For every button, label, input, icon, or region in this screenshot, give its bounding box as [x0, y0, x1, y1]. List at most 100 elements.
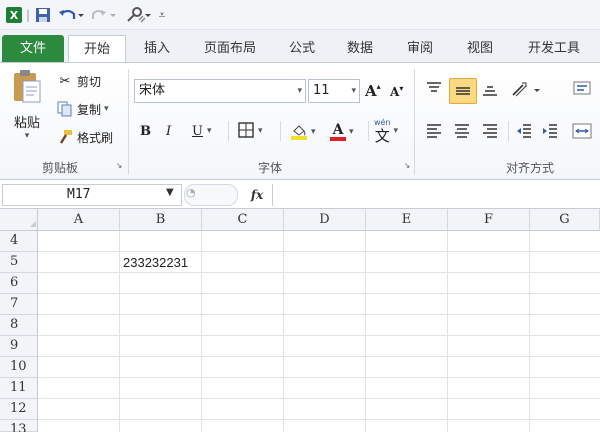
column-header-d[interactable]: D: [284, 209, 366, 231]
row-header-12[interactable]: 12: [0, 399, 38, 420]
font-name-combobox[interactable]: 宋体 ▾: [134, 79, 306, 103]
cell-b5[interactable]: 233232231: [123, 255, 188, 270]
chevron-down-icon[interactable]: ▾: [349, 127, 354, 137]
font-color-icon: A: [330, 123, 346, 141]
alignment-group-label: 对齐方式: [505, 161, 554, 175]
align-right-icon: [483, 124, 497, 138]
row-header-5[interactable]: 5: [0, 252, 38, 273]
grid-line: [38, 293, 600, 294]
chevron-down-icon[interactable]: ▾: [258, 126, 263, 136]
merge-center-button[interactable]: [570, 121, 600, 143]
chevron-down-icon[interactable]: ▾: [104, 104, 109, 114]
customize-icon[interactable]: [124, 5, 152, 25]
font-name-value: 宋体: [139, 83, 166, 98]
align-bottom-button[interactable]: [480, 79, 502, 101]
tab-developer[interactable]: 开发工具: [514, 35, 594, 62]
grid-line: [119, 231, 120, 432]
grid-line: [201, 231, 202, 432]
align-top-button[interactable]: [424, 79, 446, 101]
format-painter-button[interactable]: 格式刷: [56, 127, 113, 147]
row-header-8[interactable]: 8: [0, 315, 38, 336]
select-all-corner[interactable]: [0, 209, 38, 231]
tab-file[interactable]: 文件: [2, 35, 64, 62]
borders-button[interactable]: ▾: [238, 121, 272, 141]
copy-button[interactable]: 复制 ▾: [56, 99, 109, 119]
align-top-icon: [427, 82, 441, 92]
decrease-icon: ▾: [399, 83, 404, 93]
align-middle-button[interactable]: [449, 78, 477, 104]
bold-button[interactable]: B: [140, 121, 156, 141]
wrap-text-icon: [573, 81, 591, 95]
format-painter-icon: [56, 128, 74, 146]
ribbon: 粘贴 ▾ ✂ 剪切 复制 ▾ 格式刷 剪贴板 ↘ 宋体 ▾ 11 ▾ A ▴ A ▾…: [0, 62, 600, 180]
dialog-launcher-icon[interactable]: ↘: [402, 161, 412, 171]
font-color-button[interactable]: A ▾: [330, 121, 364, 143]
insert-function-button[interactable]: fx: [244, 185, 270, 205]
italic-button[interactable]: I: [166, 121, 182, 141]
increase-indent-button[interactable]: [540, 121, 562, 143]
redo-icon[interactable]: [90, 5, 118, 25]
row-header-10[interactable]: 10: [0, 357, 38, 378]
column-header-c[interactable]: C: [202, 209, 284, 231]
divider: [280, 121, 281, 141]
orientation-button[interactable]: [510, 81, 546, 101]
underline-button[interactable]: U ▾: [192, 121, 218, 141]
paste-button[interactable]: 粘贴 ▾: [8, 69, 46, 153]
grid-line: [38, 356, 600, 357]
formula-input[interactable]: [272, 184, 600, 206]
paste-label: 粘贴: [13, 116, 40, 131]
cut-button[interactable]: ✂ 剪切: [56, 71, 101, 91]
name-box[interactable]: M17: [2, 184, 182, 206]
name-box-value: M17: [67, 187, 91, 202]
chevron-down-icon[interactable]: ▾: [297, 80, 302, 102]
fx-icon: fx: [250, 188, 264, 202]
column-header-e[interactable]: E: [366, 209, 448, 231]
shrink-font-button[interactable]: A ▾: [390, 83, 410, 101]
align-center-button[interactable]: [452, 121, 474, 143]
row-header-7[interactable]: 7: [0, 294, 38, 315]
tab-home[interactable]: 开始: [68, 35, 126, 62]
grow-font-button[interactable]: A ▴: [365, 81, 385, 101]
column-header-f[interactable]: F: [448, 209, 530, 231]
worksheet-grid[interactable]: A B C D E F G 4 5 6 7 8 9 10 11 12 13 23…: [0, 209, 600, 432]
chevron-down-icon[interactable]: ▾: [351, 80, 356, 102]
fill-color-button[interactable]: ▾: [290, 121, 324, 143]
font-size-combobox[interactable]: 11 ▾: [308, 79, 360, 103]
column-header-b[interactable]: B: [120, 209, 202, 231]
wrap-text-button[interactable]: [570, 79, 600, 101]
grid-line: [365, 231, 366, 432]
qat-dropdown-icon[interactable]: ⩡: [156, 5, 168, 25]
undo-icon[interactable]: [57, 5, 85, 25]
tab-insert[interactable]: 插入: [130, 35, 184, 62]
phonetic-guide-button[interactable]: wén 文 ▾: [374, 117, 410, 145]
column-header-a[interactable]: A: [38, 209, 120, 231]
circle-icon: ◔: [186, 186, 196, 199]
align-left-button[interactable]: [424, 121, 446, 143]
dialog-launcher-icon[interactable]: ↘: [114, 161, 124, 171]
tab-page-layout[interactable]: 页面布局: [190, 35, 270, 62]
font-group-label: 字体: [257, 161, 282, 175]
tab-review[interactable]: 审阅: [394, 35, 446, 62]
divider: [228, 121, 229, 141]
chevron-down-icon[interactable]: ▾: [207, 126, 212, 136]
chevron-down-icon[interactable]: ▼: [166, 187, 174, 198]
grid-line: [38, 272, 600, 273]
row-header-9[interactable]: 9: [0, 336, 38, 357]
group-divider: [414, 69, 415, 175]
tab-view[interactable]: 视图: [454, 35, 506, 62]
row-header-4[interactable]: 4: [0, 231, 38, 252]
tab-formulas[interactable]: 公式: [276, 35, 328, 62]
chevron-down-icon[interactable]: ▾: [394, 126, 399, 136]
decrease-indent-button[interactable]: [514, 121, 536, 143]
row-header-6[interactable]: 6: [0, 273, 38, 294]
formula-bar: M17 ▼ ◔ fx: [0, 181, 600, 209]
chevron-down-icon[interactable]: ▾: [311, 127, 316, 137]
row-header-13[interactable]: 13: [0, 420, 38, 432]
svg-text:X: X: [10, 9, 19, 22]
column-header-g[interactable]: G: [530, 209, 600, 231]
grid-line: [38, 398, 600, 399]
align-right-button[interactable]: [480, 121, 502, 143]
tab-data[interactable]: 数据: [334, 35, 386, 62]
save-icon[interactable]: [33, 5, 53, 25]
row-header-11[interactable]: 11: [0, 378, 38, 399]
